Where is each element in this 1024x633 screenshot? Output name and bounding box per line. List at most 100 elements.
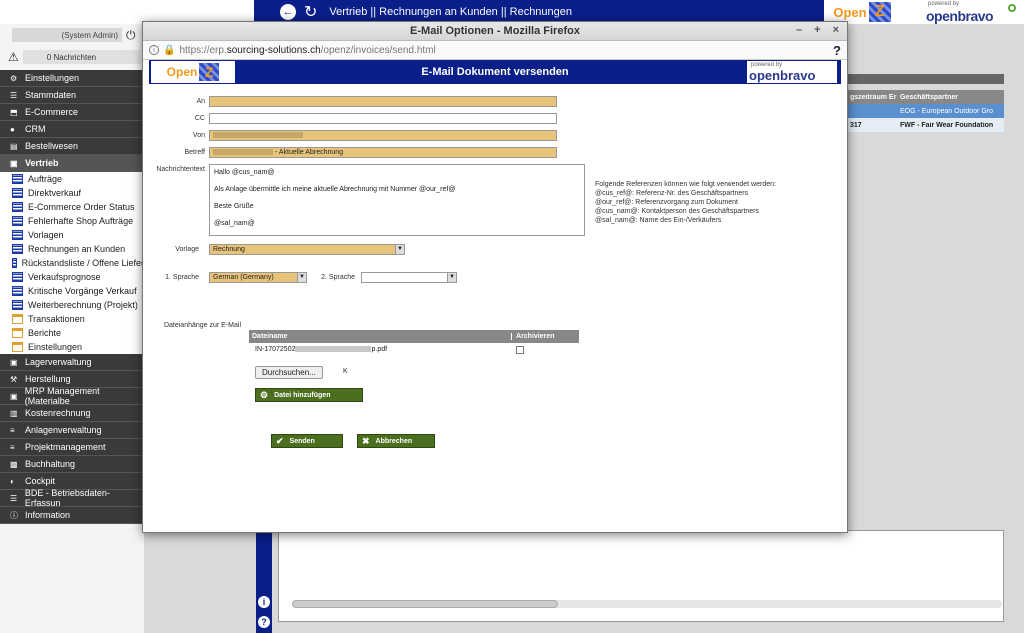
cc-field[interactable] — [209, 113, 557, 124]
background-table: gszeitraum Er Geschäftspartner EOG - Eur… — [848, 74, 1004, 132]
truck-icon: ▣ — [10, 391, 18, 401]
menu-section-anlagenverwaltung[interactable]: ≡ Anlagenverwaltung — [0, 422, 144, 439]
money-icon: ▩ — [10, 459, 18, 469]
url-bar[interactable]: i 🔒 https://erp. sourcing-solutions.ch/op… — [143, 41, 847, 60]
menu-section-vertrieb[interactable]: ▣ Vertrieb — [0, 155, 144, 172]
menu-section-label: Anlagenverwaltung — [25, 425, 102, 435]
menu-section-label: Kostenrechnung — [25, 408, 91, 418]
message-textarea[interactable]: Hallo @cus_nam@ Als Anlage übermittle ic… — [209, 164, 585, 236]
menu-section-label: Herstellung — [25, 374, 71, 384]
menu-item-label: Berichte — [28, 328, 62, 338]
menu-section-buchhaltung[interactable]: ▩ Buchhaltung — [0, 456, 144, 473]
menu-item[interactable]: Einstellungen — [0, 340, 144, 354]
add-file-button[interactable]: ⚙ Datei hinzufügen — [255, 388, 363, 402]
label-sprache2: 2. Sprache — [321, 274, 355, 281]
menu-section-stammdaten[interactable]: ☰ Stammdaten — [0, 87, 144, 104]
archive-checkbox[interactable] — [516, 345, 524, 354]
chevron-down-icon: ▼ — [395, 245, 404, 254]
menu-section-label: E-Commerce — [25, 107, 79, 117]
menu-section-kostenrechnung[interactable]: ▥ Kostenrechnung — [0, 405, 144, 422]
maximize-icon[interactable]: + — [814, 24, 820, 36]
von-field[interactable] — [209, 130, 557, 141]
menu-item-label: Fehlerhafte Shop Aufträge — [28, 216, 134, 226]
background-pane — [278, 530, 1004, 622]
menu-section-bestellwesen[interactable]: ▤ Bestellwesen — [0, 138, 144, 155]
grid-window-icon — [12, 286, 23, 296]
openbravo-logo: powered by openbravo — [924, 0, 1024, 24]
menu-section-crm[interactable]: ● CRM — [0, 121, 144, 138]
menu-item-label: Verkaufsprognose — [28, 272, 101, 282]
menu-section-projektmanagement[interactable]: ≡ Projektmanagement — [0, 439, 144, 456]
menu-section-label: CRM — [25, 124, 46, 134]
folder-icon — [12, 328, 23, 338]
gear-icon: ⚙ — [10, 73, 18, 83]
menu-item[interactable]: Vorlagen — [0, 228, 144, 242]
menu-section-einstellungen[interactable]: ⚙ Einstellungen — [0, 70, 144, 87]
site-info-icon[interactable]: i — [149, 45, 159, 55]
table-row[interactable]: EOG - European Outdoor Gro — [848, 104, 1004, 118]
sprache1-select[interactable]: German (Germany) ▼ — [209, 272, 307, 283]
truck-icon: ▣ — [10, 158, 18, 168]
menu-item[interactable]: Fehlerhafte Shop Aufträge — [0, 214, 144, 228]
help-icon[interactable]: ? — [258, 616, 270, 628]
menu-item[interactable]: Kritische Vorgänge Verkauf — [0, 284, 144, 298]
power-icon[interactable]: ⏻ — [126, 28, 136, 43]
back-arrow-icon[interactable]: ← — [280, 4, 296, 20]
info-icon: ⓘ — [10, 510, 18, 520]
menu-section-label: Vertrieb — [25, 158, 59, 168]
menu-item[interactable]: Aufträge — [0, 172, 144, 186]
menu-item-label: Transaktionen — [28, 314, 85, 324]
menu-item[interactable]: Rechnungen an Kunden — [0, 242, 144, 256]
vorlage-select[interactable]: Rechnung ▼ — [209, 244, 405, 255]
menu-item[interactable]: Transaktionen — [0, 312, 144, 326]
table-row[interactable]: 317 FWF - Fair Wear Foundation — [848, 118, 1004, 132]
sprache2-select[interactable]: ▼ — [361, 272, 457, 283]
menu-item[interactable]: Verkaufsprognose — [0, 270, 144, 284]
help-question-icon[interactable]: ? — [833, 43, 841, 58]
grid-window-icon — [12, 174, 23, 184]
menu-section-e-commerce[interactable]: ⬒ E-Commerce — [0, 104, 144, 121]
table-row: IN-17072502 p.pdf — [249, 343, 579, 356]
send-button[interactable]: ✔ Senden — [271, 434, 343, 448]
label-von: Von — [192, 132, 205, 139]
horizontal-scrollbar[interactable] — [292, 600, 558, 608]
grid-window-icon — [12, 258, 17, 268]
menu-item[interactable]: Weiterberechnung (Projekt) — [0, 298, 144, 312]
window-titlebar: E-Mail Optionen - Mozilla Firefox – + × — [143, 22, 847, 41]
browse-button[interactable]: Durchsuchen... — [255, 366, 323, 379]
an-field[interactable] — [209, 96, 557, 107]
hammer-icon: ⚒ — [10, 374, 18, 384]
menu-item[interactable]: E-Commerce Order Status — [0, 200, 144, 214]
menu-item-label: Rückstandsliste / Offene Liefer — [21, 258, 144, 268]
menu-section-mrp-management-materialbe[interactable]: ▣ MRP Management (Materialbe — [0, 386, 144, 406]
cancel-button[interactable]: ✖ Abbrechen — [357, 434, 435, 448]
menu-item-label: Weiterberechnung (Projekt) — [28, 300, 138, 310]
betreff-field[interactable]: - Aktuelle Abrechnung — [209, 147, 557, 158]
menu-item-label: Direktverkauf — [28, 188, 82, 198]
truck-icon: ▣ — [10, 357, 18, 367]
menu-item-label: E-Commerce Order Status — [28, 202, 135, 212]
refresh-icon[interactable]: ↻ — [304, 2, 317, 22]
messages-label[interactable]: 0 Nachrichten — [22, 50, 141, 64]
references-help: Folgende Referenzen können wie folgt ver… — [595, 181, 776, 224]
grid-window-icon — [12, 272, 23, 282]
close-icon: ✖ — [362, 435, 370, 446]
menu-section-lagerverwaltung[interactable]: ▣ Lagerverwaltung — [0, 354, 144, 371]
info-icon[interactable]: i — [258, 596, 270, 608]
menu-item[interactable]: Rückstandsliste / Offene Liefer — [0, 256, 144, 270]
label-vorlage: Vorlage — [175, 246, 199, 253]
attachments-table: Dateiname Archivieren IN-17072502 p.pdf — [249, 330, 579, 356]
breadcrumb: Vertrieb || Rechnungen an Kunden || Rech… — [329, 6, 573, 18]
user-label: (System Admin) — [12, 28, 122, 42]
side-toolbar: i ? — [256, 530, 272, 633]
close-icon[interactable]: × — [833, 24, 839, 36]
minimize-icon[interactable]: – — [796, 24, 802, 36]
grid-window-icon — [12, 230, 23, 240]
menu-item[interactable]: Berichte — [0, 326, 144, 340]
bars-icon: ≡ — [10, 442, 15, 452]
menu-item[interactable]: Direktverkauf — [0, 186, 144, 200]
cart-icon: ⬒ — [10, 107, 18, 117]
menu-section-information[interactable]: ⓘ Information — [0, 507, 144, 524]
label-cc: CC — [194, 115, 205, 122]
menu-section-bde-betriebsdaten-erfassun[interactable]: ☰ BDE - Betriebsdaten-Erfassun — [0, 488, 144, 508]
